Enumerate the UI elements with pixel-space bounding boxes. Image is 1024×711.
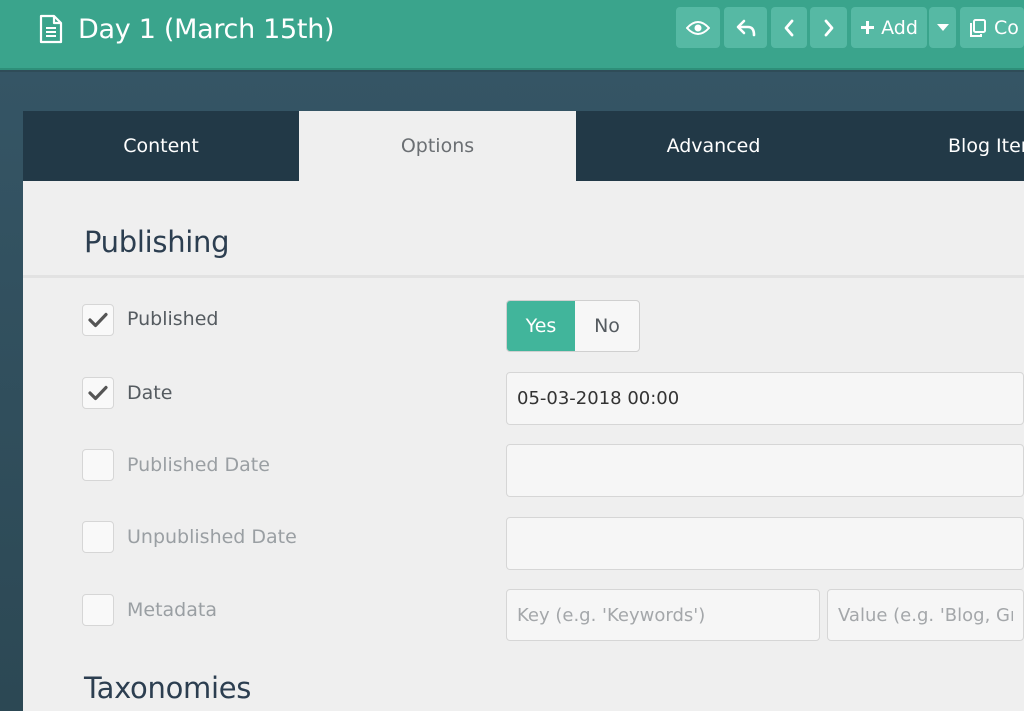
metadata-value-input[interactable] [827, 589, 1024, 641]
metadata-label: Metadata [127, 599, 217, 621]
tab-content[interactable]: Content [23, 111, 299, 181]
preview-button[interactable] [676, 7, 720, 48]
top-bar: Day 1 (March 15th) Add Co [0, 0, 1024, 70]
add-dropdown-button[interactable] [929, 7, 956, 48]
previous-button[interactable] [771, 7, 807, 48]
copy-button[interactable]: Co [960, 7, 1024, 48]
add-button-label: Add [881, 16, 918, 39]
checkmark-icon [88, 312, 108, 328]
page-title-group: Day 1 (March 15th) [36, 0, 335, 58]
next-button[interactable] [810, 7, 847, 48]
date-label: Date [127, 382, 173, 404]
caret-down-icon [936, 23, 949, 31]
unpublished-date-label: Unpublished Date [127, 526, 297, 548]
unpublished-date-checkbox[interactable] [82, 521, 114, 553]
copy-icon [970, 18, 986, 37]
tab-bar: Content Options Advanced Blog Item [23, 111, 1024, 181]
document-icon [39, 14, 63, 44]
published-yes-option[interactable]: Yes [507, 301, 575, 351]
taxonomies-heading: Taxonomies [84, 671, 252, 705]
back-button[interactable] [724, 7, 767, 48]
publishing-heading: Publishing [84, 225, 230, 259]
page-title: Day 1 (March 15th) [78, 13, 335, 45]
section-divider [23, 275, 1024, 278]
tab-advanced[interactable]: Advanced [576, 111, 851, 181]
published-date-checkbox[interactable] [82, 449, 114, 481]
tab-blog-item[interactable]: Blog Item [851, 111, 1024, 181]
chevron-right-icon [824, 19, 833, 36]
metadata-key-input[interactable] [506, 589, 820, 641]
reply-icon [736, 19, 755, 36]
metadata-checkbox[interactable] [82, 594, 114, 626]
published-checkbox[interactable] [82, 304, 114, 336]
published-date-label: Published Date [127, 454, 270, 476]
published-label: Published [127, 308, 219, 330]
add-button[interactable]: Add [851, 7, 927, 48]
unpublished-date-input[interactable] [506, 517, 1024, 570]
checkmark-icon [88, 385, 108, 401]
chevron-left-icon [784, 19, 794, 36]
editor-card: Content Options Advanced Blog Item Publi… [23, 111, 1024, 711]
copy-button-label: Co [994, 16, 1019, 39]
published-no-option[interactable]: No [575, 301, 639, 351]
date-checkbox[interactable] [82, 377, 114, 409]
tab-options[interactable]: Options [299, 111, 576, 181]
published-toggle: Yes No [506, 300, 640, 352]
date-input[interactable] [506, 372, 1024, 425]
eye-icon [686, 20, 710, 35]
published-date-input[interactable] [506, 444, 1024, 497]
plus-icon [861, 21, 875, 34]
